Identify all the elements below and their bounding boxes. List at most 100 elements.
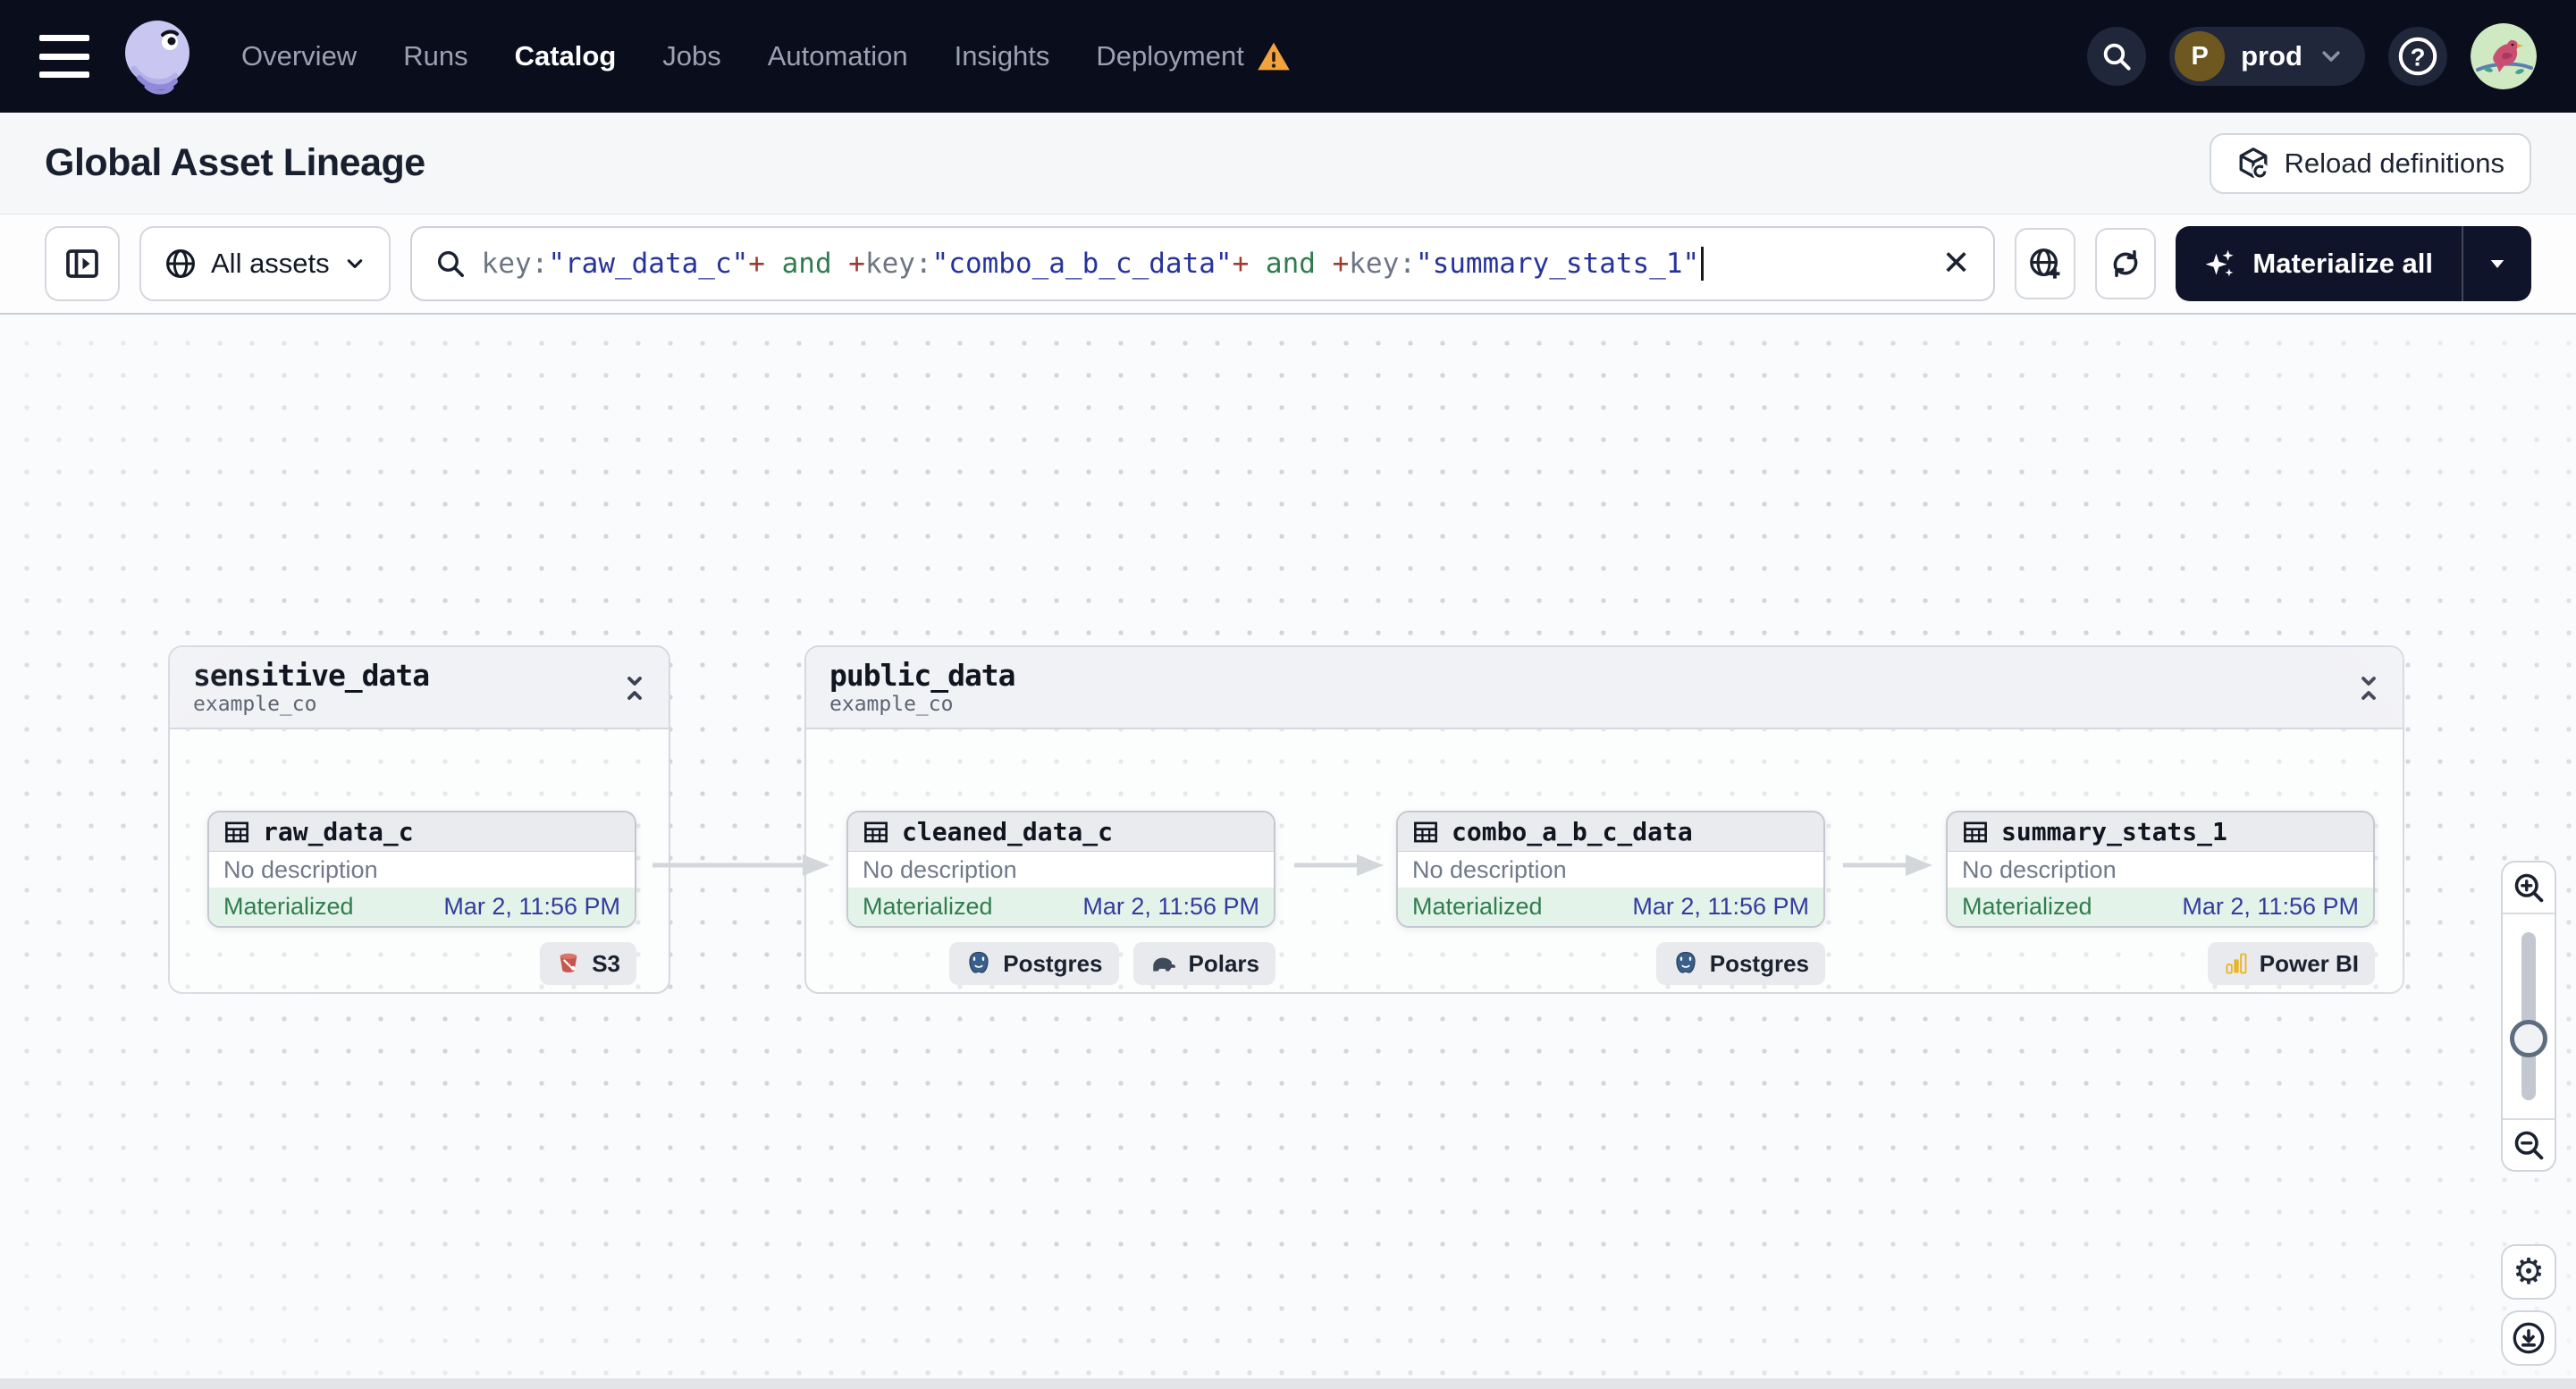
zoom-slider-track[interactable]	[2521, 932, 2536, 1100]
asset-name: combo_a_b_c_data	[1452, 817, 1693, 846]
asset-materialized-time[interactable]: Mar 2, 11:56 PM	[1632, 893, 1809, 921]
deployment-name: prod	[2241, 40, 2302, 72]
nav-item-catalog[interactable]: Catalog	[515, 40, 617, 72]
asset-node-raw-data-c[interactable]: raw_data_c No description Materialized M…	[207, 811, 636, 928]
graph-settings-button[interactable]: ⚙	[2501, 1244, 2556, 1300]
user-avatar[interactable]	[2471, 23, 2537, 89]
download-icon	[2513, 1322, 2545, 1354]
view-full-graph-button[interactable]	[2015, 228, 2076, 299]
zoom-in-button[interactable]	[2503, 863, 2555, 913]
asset-scope-dropdown[interactable]: All assets	[139, 226, 391, 301]
reload-definitions-label: Reload definitions	[2284, 147, 2504, 179]
collapse-group-icon[interactable]	[620, 674, 649, 703]
asset-name: cleaned_data_c	[902, 817, 1114, 846]
asset-group-sensitive-data: sensitive_data example_co raw_data_c No …	[168, 645, 670, 994]
refresh-icon	[2114, 249, 2138, 278]
asset-status: Materialized	[1412, 893, 1543, 920]
refresh-button[interactable]	[2095, 228, 2157, 299]
asset-scope-label: All assets	[211, 248, 330, 279]
deployment-initial-badge: P	[2175, 31, 2226, 81]
bird-avatar-image	[2471, 23, 2537, 89]
nav-item-deployment[interactable]: Deployment	[1096, 40, 1290, 72]
collapse-group-icon[interactable]	[2354, 674, 2383, 703]
polars-icon	[1152, 957, 1175, 972]
table-icon	[225, 821, 248, 842]
zoom-out-icon	[2514, 1131, 2544, 1160]
zoom-controls	[2501, 861, 2556, 1172]
open-sidebar-button[interactable]	[45, 226, 120, 301]
asset-description: No description	[1948, 852, 2373, 888]
table-icon	[1414, 821, 1437, 842]
group-location: example_co	[829, 693, 954, 716]
chevron-down-icon	[2322, 51, 2340, 62]
materialize-all-label: Materialize all	[2252, 248, 2433, 279]
globe-icon	[166, 249, 195, 278]
nav-item-insights[interactable]: Insights	[955, 40, 1050, 72]
zoom-out-button[interactable]	[2503, 1120, 2555, 1170]
asset-name: summary_stats_1	[2001, 817, 2227, 846]
reload-definitions-button[interactable]: Reload definitions	[2209, 132, 2531, 194]
search-button[interactable]	[2087, 27, 2147, 86]
nav-item-automation[interactable]: Automation	[768, 40, 908, 72]
tag-postgres[interactable]: Postgres	[1655, 942, 1825, 985]
search-icon	[2103, 43, 2131, 71]
postgres-icon	[1676, 951, 1696, 973]
group-name: sensitive_data	[193, 658, 430, 693]
horizontal-scrollbar[interactable]	[0, 1378, 2576, 1389]
tag-power-bi[interactable]: Power BI	[2207, 942, 2375, 985]
asset-group-public-data: public_data example_co cleaned_data_c No…	[804, 645, 2404, 994]
tag-polars[interactable]: Polars	[1132, 942, 1275, 985]
question-icon: ?	[2398, 37, 2437, 76]
group-header-sensitive-data[interactable]: sensitive_data example_co	[170, 647, 669, 729]
asset-node-summary-stats-1[interactable]: summary_stats_1 No description Materiali…	[1946, 811, 2375, 928]
powerbi-icon	[2226, 953, 2247, 974]
gear-icon: ⚙	[2513, 1252, 2545, 1292]
reload-cube-icon	[2239, 147, 2269, 180]
asset-status: Materialized	[863, 893, 993, 920]
top-nav: Overview Runs Catalog Jobs Automation In…	[0, 0, 2576, 113]
nav-item-overview[interactable]: Overview	[241, 40, 357, 72]
nav-menu: Overview Runs Catalog Jobs Automation In…	[241, 40, 1291, 72]
asset-description: No description	[1398, 852, 1823, 888]
nav-item-runs[interactable]: Runs	[403, 40, 467, 72]
asset-materialized-time[interactable]: Mar 2, 11:56 PM	[443, 893, 620, 921]
materialize-all-button[interactable]: Materialize all	[2176, 226, 2462, 301]
query-text: key: "raw_data_c" + and + key: "combo_a_b_c_…	[482, 247, 1705, 281]
search-icon	[437, 250, 464, 277]
materialize-options-button[interactable]	[2463, 226, 2531, 301]
asset-description: No description	[848, 852, 1274, 888]
hamburger-menu-icon[interactable]	[39, 35, 89, 78]
nav-right-controls: P prod ?	[2087, 23, 2537, 89]
postgres-icon	[969, 951, 989, 973]
tag-s3[interactable]: S3	[540, 942, 636, 985]
asset-tags-combo-a-b-c-data: Postgres	[1396, 942, 1825, 985]
page-header: Global Asset Lineage Reload definitions	[0, 113, 2576, 215]
asset-query-input[interactable]: key: "raw_data_c" + and + key: "combo_a_b_c_…	[409, 226, 1996, 301]
panel-expand-icon	[66, 249, 98, 278]
text-cursor	[1701, 247, 1705, 281]
lineage-canvas[interactable]: sensitive_data example_co raw_data_c No …	[0, 315, 2576, 1389]
help-button[interactable]: ?	[2388, 27, 2447, 86]
globe-plus-icon	[2030, 248, 2060, 279]
asset-description: No description	[209, 852, 635, 888]
clear-query-button[interactable]: ✕	[1942, 247, 1971, 281]
nav-item-jobs[interactable]: Jobs	[662, 40, 720, 72]
zoom-slider-area	[2503, 914, 2555, 1118]
dagster-logo-icon[interactable]	[114, 13, 200, 99]
zoom-slider-thumb[interactable]	[2510, 1020, 2547, 1057]
table-icon	[864, 821, 888, 842]
asset-tags-cleaned-data-c: Postgres Polars	[846, 942, 1275, 985]
tag-postgres[interactable]: Postgres	[949, 942, 1119, 985]
zoom-in-icon	[2514, 873, 2544, 903]
download-image-button[interactable]	[2501, 1310, 2556, 1366]
asset-materialized-time[interactable]: Mar 2, 11:56 PM	[1082, 893, 1259, 921]
deployment-switcher[interactable]: P prod	[2169, 27, 2365, 86]
asset-materialized-time[interactable]: Mar 2, 11:56 PM	[2182, 893, 2359, 921]
asset-tags-summary-stats-1: Power BI	[1946, 942, 2375, 985]
lineage-toolbar: All assets key: "raw_data_c" + and + key: "c…	[0, 215, 2576, 315]
s3-bucket-icon	[560, 953, 577, 972]
asset-node-combo-a-b-c-data[interactable]: combo_a_b_c_data No description Material…	[1396, 811, 1825, 928]
asset-status: Materialized	[223, 893, 354, 920]
asset-node-cleaned-data-c[interactable]: cleaned_data_c No description Materializ…	[846, 811, 1275, 928]
group-header-public-data[interactable]: public_data example_co	[806, 647, 2403, 729]
